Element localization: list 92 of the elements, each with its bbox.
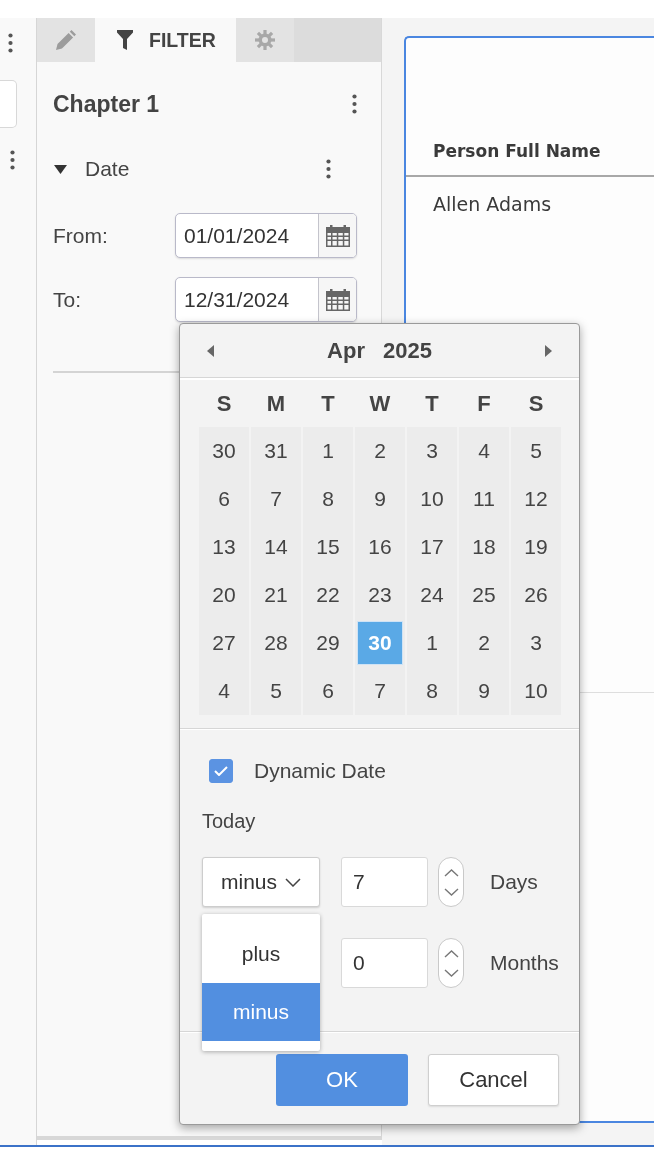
calendar-day[interactable]: 13 [199,523,249,571]
calendar-day[interactable]: 1 [303,427,353,475]
tab[interactable]: FILTER [95,18,236,62]
calendar-day[interactable]: 7 [251,475,301,523]
calendar-icon [325,224,350,247]
number-input[interactable]: 0 [341,938,428,988]
calendar-day[interactable]: 2 [459,619,509,667]
calendar-day[interactable]: 30 [199,427,249,475]
calendar-day[interactable]: 2 [355,427,405,475]
calendar-day[interactable]: 31 [251,427,301,475]
calendar-icon [325,288,350,311]
calendar-day[interactable]: 21 [251,571,301,619]
section-label: Date [85,157,130,181]
calendar-day[interactable]: 8 [303,475,353,523]
weekday-label: T [424,390,440,417]
calendar-day[interactable]: 9 [355,475,405,523]
settings-icon [254,30,275,50]
caret-down-icon[interactable] [54,164,67,174]
calendar-day[interactable]: 1 [407,619,457,667]
weekday-label: T [320,390,336,417]
weekday-label: S [527,390,545,417]
checkmark-icon [214,766,228,776]
table-cell: Allen Adams [433,193,552,215]
unit-label: Days [490,870,538,894]
calendar-day[interactable]: 12 [511,475,561,523]
calendar-day[interactable]: 19 [511,523,561,571]
calendar-day[interactable]: 27 [199,619,249,667]
chevron-down-icon [285,877,301,887]
number-spinner[interactable] [438,857,464,907]
calendar-day[interactable]: 9 [459,667,509,715]
chevron-up-icon[interactable] [443,868,459,877]
cancel-button[interactable]: Cancel [428,1054,559,1106]
year-label: 2025 [382,337,432,364]
dropdown-option[interactable]: plus [202,924,320,983]
calendar-day[interactable]: 4 [199,667,249,715]
calendar-day[interactable]: 28 [251,619,301,667]
checkbox[interactable] [209,759,233,783]
kebab-menu-icon[interactable] [326,159,331,179]
field-label: To: [53,287,82,312]
field-label: From: [53,223,109,248]
number-input[interactable]: 7 [341,857,428,907]
caret-right-icon[interactable] [545,344,552,357]
calendar-day[interactable]: 25 [459,571,509,619]
text-field[interactable] [0,80,17,128]
pencil-icon [56,30,76,50]
chapter-title: Chapter 1 [53,90,160,118]
date-field[interactable]: 01/01/2024 [175,213,357,258]
calendar-day[interactable]: 6 [199,475,249,523]
calendar-day[interactable]: 23 [355,571,405,619]
calendar-day[interactable]: 17 [407,523,457,571]
chevron-down-icon[interactable] [443,887,459,896]
date-field[interactable]: 12/31/2024 [175,277,357,322]
calendar-day[interactable]: 10 [407,475,457,523]
filter-icon [117,30,133,50]
checkbox-label: Dynamic Date [254,759,386,783]
calendar-day[interactable]: 5 [511,427,561,475]
base-date-label: Today [202,809,256,833]
calendar-day[interactable]: 5 [251,667,301,715]
calendar-day[interactable]: 14 [251,523,301,571]
calendar-day[interactable]: 26 [511,571,561,619]
calendar-day[interactable]: 10 [511,667,561,715]
weekday-label: F [476,390,492,417]
calendar-day[interactable]: 3 [511,619,561,667]
kebab-menu-icon[interactable] [10,150,15,170]
chevron-up-icon[interactable] [443,949,459,958]
weekday-label: S [215,390,233,417]
calendar-button[interactable] [318,214,356,257]
weekday-label: W [368,390,392,417]
number-spinner[interactable] [438,938,464,988]
calendar-day[interactable]: 11 [459,475,509,523]
weekday-label: M [265,390,287,417]
calendar-day[interactable]: 3 [407,427,457,475]
month-label: Apr [327,337,365,364]
unit-label: Months [490,951,559,975]
calendar-day[interactable]: 6 [303,667,353,715]
column-header[interactable]: Person Full Name [433,141,601,161]
calendar-day[interactable]: 8 [407,667,457,715]
calendar-day[interactable]: 22 [303,571,353,619]
kebab-menu-icon[interactable] [8,33,13,53]
calendar-day[interactable]: 4 [459,427,509,475]
calendar-day[interactable]: 24 [407,571,457,619]
calendar-day[interactable]: 16 [355,523,405,571]
calendar-day[interactable]: 18 [459,523,509,571]
caret-left-icon[interactable] [207,344,214,357]
calendar-day[interactable]: 7 [355,667,405,715]
calendar-day[interactable]: 15 [303,523,353,571]
kebab-menu-icon[interactable] [352,94,357,114]
dropdown-select[interactable]: minus [202,857,320,907]
calendar-day[interactable]: 29 [303,619,353,667]
calendar-day[interactable]: 20 [199,571,249,619]
calendar-button[interactable] [318,278,356,321]
chevron-down-icon[interactable] [443,968,459,977]
